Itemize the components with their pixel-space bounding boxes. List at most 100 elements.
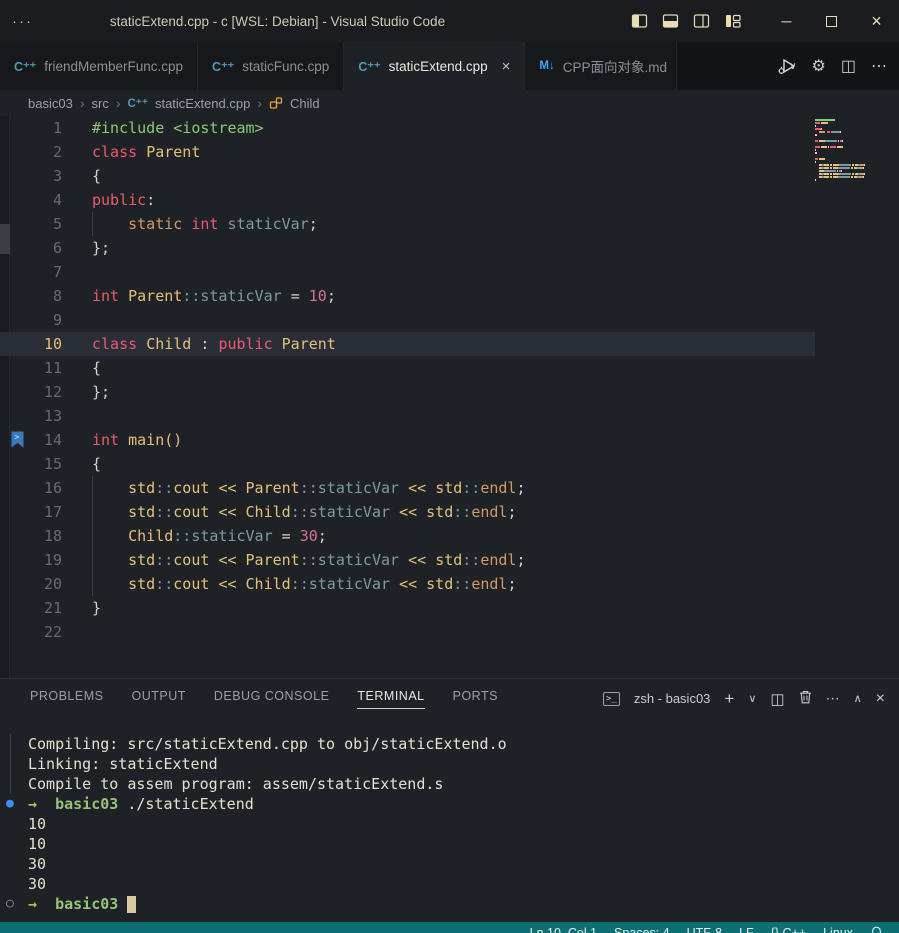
line-number[interactable]: 12 xyxy=(0,380,62,404)
code-line[interactable]: 7 xyxy=(0,260,899,284)
close-window-button[interactable]: × xyxy=(854,0,899,42)
status-item-linux[interactable]: Linux xyxy=(823,926,853,933)
line-number[interactable]: 13 xyxy=(0,404,62,428)
code-line[interactable]: 4public: xyxy=(0,188,899,212)
menu-more-icon[interactable]: ··· xyxy=(0,13,33,30)
panel-tab-debug-console[interactable]: DEBUG CONSOLE xyxy=(214,689,330,709)
line-number[interactable]: 3 xyxy=(0,164,62,188)
code-text: }; xyxy=(92,380,110,404)
line-number[interactable]: 19 xyxy=(0,548,62,572)
line-number[interactable]: 8 xyxy=(0,284,62,308)
code-line[interactable]: 15{ xyxy=(0,452,899,476)
code-line[interactable]: 5 static int staticVar; xyxy=(0,212,899,236)
new-terminal-button[interactable]: + xyxy=(724,689,734,709)
line-number[interactable]: 22 xyxy=(0,620,62,644)
code-line[interactable]: 22 xyxy=(0,620,899,644)
code-line[interactable]: 11{ xyxy=(0,356,899,380)
status-item-utf-8[interactable]: UTF-8 xyxy=(687,926,722,933)
breadcrumb-item-src[interactable]: src xyxy=(91,96,108,111)
more-actions-icon[interactable]: ⋯ xyxy=(871,56,887,76)
panel-more-actions-icon[interactable]: ⋯ xyxy=(826,690,840,707)
minimap[interactable] xyxy=(815,119,879,185)
kill-terminal-icon[interactable] xyxy=(799,690,812,707)
cpp-file-icon: C⁺⁺ xyxy=(212,59,234,74)
line-number[interactable]: 6 xyxy=(0,236,62,260)
terminal-output-line: 10 xyxy=(28,834,899,854)
code-line[interactable]: 18 Child::staticVar = 30; xyxy=(0,524,899,548)
line-number[interactable]: 15 xyxy=(0,452,62,476)
editor-tab-CPP面向对象.md[interactable]: M↓CPP面向对象.md xyxy=(525,42,677,90)
line-number[interactable]: 20 xyxy=(0,572,62,596)
status-item-lf[interactable]: LF xyxy=(739,926,754,933)
breadcrumb-item-staticExtend.cpp[interactable]: staticExtend.cpp xyxy=(155,96,250,111)
code-line[interactable]: 2class Parent xyxy=(0,140,899,164)
line-number[interactable]: 16 xyxy=(0,476,62,500)
status-item-ln-10-col-1[interactable]: Ln 10, Col 1 xyxy=(530,926,597,933)
code-text: std::cout << Parent::staticVar << std::e… xyxy=(92,476,526,500)
close-panel-icon[interactable]: × xyxy=(876,690,885,708)
code-line[interactable]: 9 xyxy=(0,308,899,332)
customize-layout-icon[interactable] xyxy=(724,13,742,29)
code-text: int main() xyxy=(92,428,182,452)
code-line[interactable]: 13 xyxy=(0,404,899,428)
run-debug-button[interactable]: ∨ xyxy=(776,56,796,76)
panel-tab-ports[interactable]: PORTS xyxy=(453,689,498,709)
code-line[interactable]: 21} xyxy=(0,596,899,620)
line-number[interactable]: 9 xyxy=(0,308,62,332)
terminal-output-line: Compile to assem program: assem/staticEx… xyxy=(28,774,899,794)
code-line[interactable]: 17 std::cout << Child::staticVar << std:… xyxy=(0,500,899,524)
code-line[interactable]: 10class Child : public Parent xyxy=(0,332,899,356)
line-number[interactable]: 4 xyxy=(0,188,62,212)
code-line[interactable]: 8int Parent::staticVar = 10; xyxy=(0,284,899,308)
line-number[interactable]: 10 xyxy=(0,332,62,356)
status-item-spaces-4[interactable]: Spaces: 4 xyxy=(614,926,670,933)
line-number[interactable]: 5 xyxy=(0,212,62,236)
settings-gear-icon[interactable]: ⚙ xyxy=(812,56,826,76)
notifications-bell-icon[interactable] xyxy=(870,926,883,933)
editor-tab-friendMemberFunc.cpp[interactable]: C⁺⁺friendMemberFunc.cpp xyxy=(0,42,198,90)
terminal-output[interactable]: Compiling: src/staticExtend.cpp to obj/s… xyxy=(0,718,899,922)
minimap-line xyxy=(815,119,879,121)
code-editor[interactable]: 1#include <iostream>2class Parent3{4publ… xyxy=(0,116,899,678)
editor-tab-staticExtend.cpp[interactable]: C⁺⁺staticExtend.cpp× xyxy=(344,42,525,90)
code-line[interactable]: 19 std::cout << Parent::staticVar << std… xyxy=(0,548,899,572)
split-editor-icon[interactable]: ◫ xyxy=(841,56,856,76)
panel-tab-terminal[interactable]: TERMINAL xyxy=(357,689,424,709)
toggle-secondary-sidebar-icon[interactable] xyxy=(693,13,710,29)
line-number[interactable]: 14 xyxy=(0,428,62,452)
panel-tab-output[interactable]: OUTPUT xyxy=(131,689,185,709)
breadcrumb-item-basic03[interactable]: basic03 xyxy=(28,96,73,111)
terminal-selector[interactable]: zsh - basic03 xyxy=(634,691,711,706)
status-item--c-[interactable]: {} C++ xyxy=(771,926,806,933)
editor-tab-staticFunc.cpp[interactable]: C⁺⁺staticFunc.cpp xyxy=(198,42,344,90)
line-number[interactable]: 1 xyxy=(0,116,62,140)
terminal-dropdown-icon[interactable]: ∨ xyxy=(748,692,756,705)
toggle-panel-icon[interactable] xyxy=(662,13,679,29)
code-text: std::cout << Child::staticVar << std::en… xyxy=(92,572,516,596)
code-line[interactable]: 12}; xyxy=(0,380,899,404)
code-line[interactable]: 6}; xyxy=(0,236,899,260)
line-number[interactable]: 21 xyxy=(0,596,62,620)
command-success-decoration-icon[interactable]: ● xyxy=(6,794,14,814)
code-line[interactable]: 16 std::cout << Parent::staticVar << std… xyxy=(0,476,899,500)
code-line[interactable]: 20 std::cout << Child::staticVar << std:… xyxy=(0,572,899,596)
code-line[interactable]: 1#include <iostream> xyxy=(0,116,899,140)
line-number[interactable]: 17 xyxy=(0,500,62,524)
line-number[interactable]: 7 xyxy=(0,260,62,284)
maximize-panel-icon[interactable]: ∧ xyxy=(854,692,862,705)
line-number[interactable]: 18 xyxy=(0,524,62,548)
line-number[interactable]: 2 xyxy=(0,140,62,164)
code-line[interactable]: 3{ xyxy=(0,164,899,188)
code-line[interactable]: >14int main() xyxy=(0,428,899,452)
run-dropdown-icon[interactable]: ∨ xyxy=(789,61,796,72)
breadcrumb-item-Child[interactable]: Child xyxy=(290,96,320,111)
close-tab-icon[interactable]: × xyxy=(502,58,511,75)
minimize-button[interactable]: ─ xyxy=(764,0,809,42)
toggle-primary-sidebar-icon[interactable] xyxy=(631,13,648,29)
minimap-line xyxy=(815,122,879,124)
command-pending-decoration-icon[interactable]: ○ xyxy=(6,894,14,914)
line-number[interactable]: 11 xyxy=(0,356,62,380)
panel-tab-problems[interactable]: PROBLEMS xyxy=(30,689,103,709)
maximize-button[interactable] xyxy=(809,0,854,42)
split-terminal-icon[interactable]: ◫ xyxy=(770,690,784,708)
